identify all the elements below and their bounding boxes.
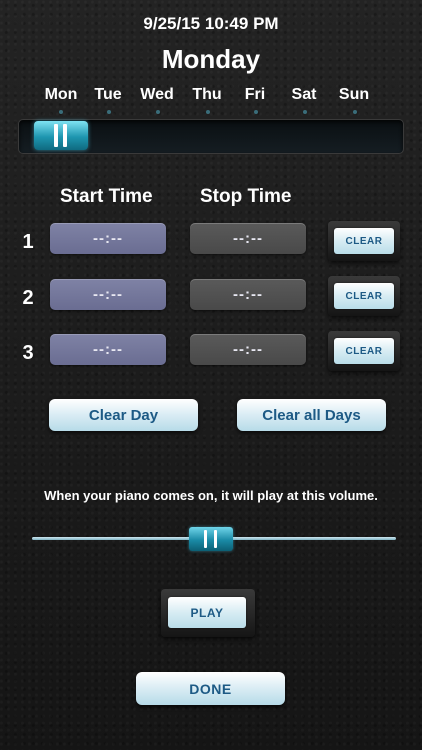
day-tab-thu[interactable]: Thu (182, 86, 232, 104)
stop-time-field[interactable]: --:-- (190, 223, 306, 254)
clear-day-button[interactable]: Clear Day (49, 399, 198, 431)
day-tab-fri[interactable]: Fri (230, 86, 280, 104)
volume-slider-thumb[interactable] (189, 527, 233, 551)
grip-line-icon (204, 530, 207, 548)
clear-row-2-button[interactable]: CLEAR (334, 283, 394, 309)
day-tick-mon (59, 110, 63, 114)
done-button[interactable]: DONE (136, 672, 285, 705)
clear-all-days-button[interactable]: Clear all Days (237, 399, 386, 431)
day-tick-sun (353, 110, 357, 114)
day-tick-fri (254, 110, 258, 114)
day-tick-thu (206, 110, 210, 114)
day-tab-sat[interactable]: Sat (279, 86, 329, 104)
grip-line-icon (63, 124, 67, 147)
clear-row-3-button[interactable]: CLEAR (334, 338, 394, 364)
page-title: Monday (161, 44, 261, 74)
grip-line-icon (214, 530, 217, 548)
day-tab-tue[interactable]: Tue (83, 86, 133, 104)
stop-time-field[interactable]: --:-- (190, 334, 306, 365)
row-number: 1 (22, 231, 34, 253)
day-tick-sat (303, 110, 307, 114)
play-button[interactable]: PLAY (168, 597, 246, 628)
start-time-header: Start Time (60, 186, 153, 207)
day-tab-sun[interactable]: Sun (329, 86, 379, 104)
day-tab-wed[interactable]: Wed (132, 86, 182, 104)
clear-row-1-button[interactable]: CLEAR (334, 228, 394, 254)
grip-line-icon (54, 124, 58, 147)
row-number: 3 (22, 342, 34, 364)
stop-time-field[interactable]: --:-- (190, 279, 306, 310)
day-tab-mon[interactable]: Mon (36, 86, 86, 104)
day-tick-tue (107, 110, 111, 114)
row-number: 2 (22, 287, 34, 309)
day-tick-wed (156, 110, 160, 114)
status-datetime: 9/25/15 10:49 PM (143, 14, 279, 33)
start-time-field[interactable]: --:-- (50, 279, 166, 310)
volume-message: When your piano comes on, it will play a… (44, 488, 378, 503)
day-slider-thumb[interactable] (34, 121, 88, 150)
stop-time-header: Stop Time (200, 186, 292, 207)
start-time-field[interactable]: --:-- (50, 334, 166, 365)
start-time-field[interactable]: --:-- (50, 223, 166, 254)
